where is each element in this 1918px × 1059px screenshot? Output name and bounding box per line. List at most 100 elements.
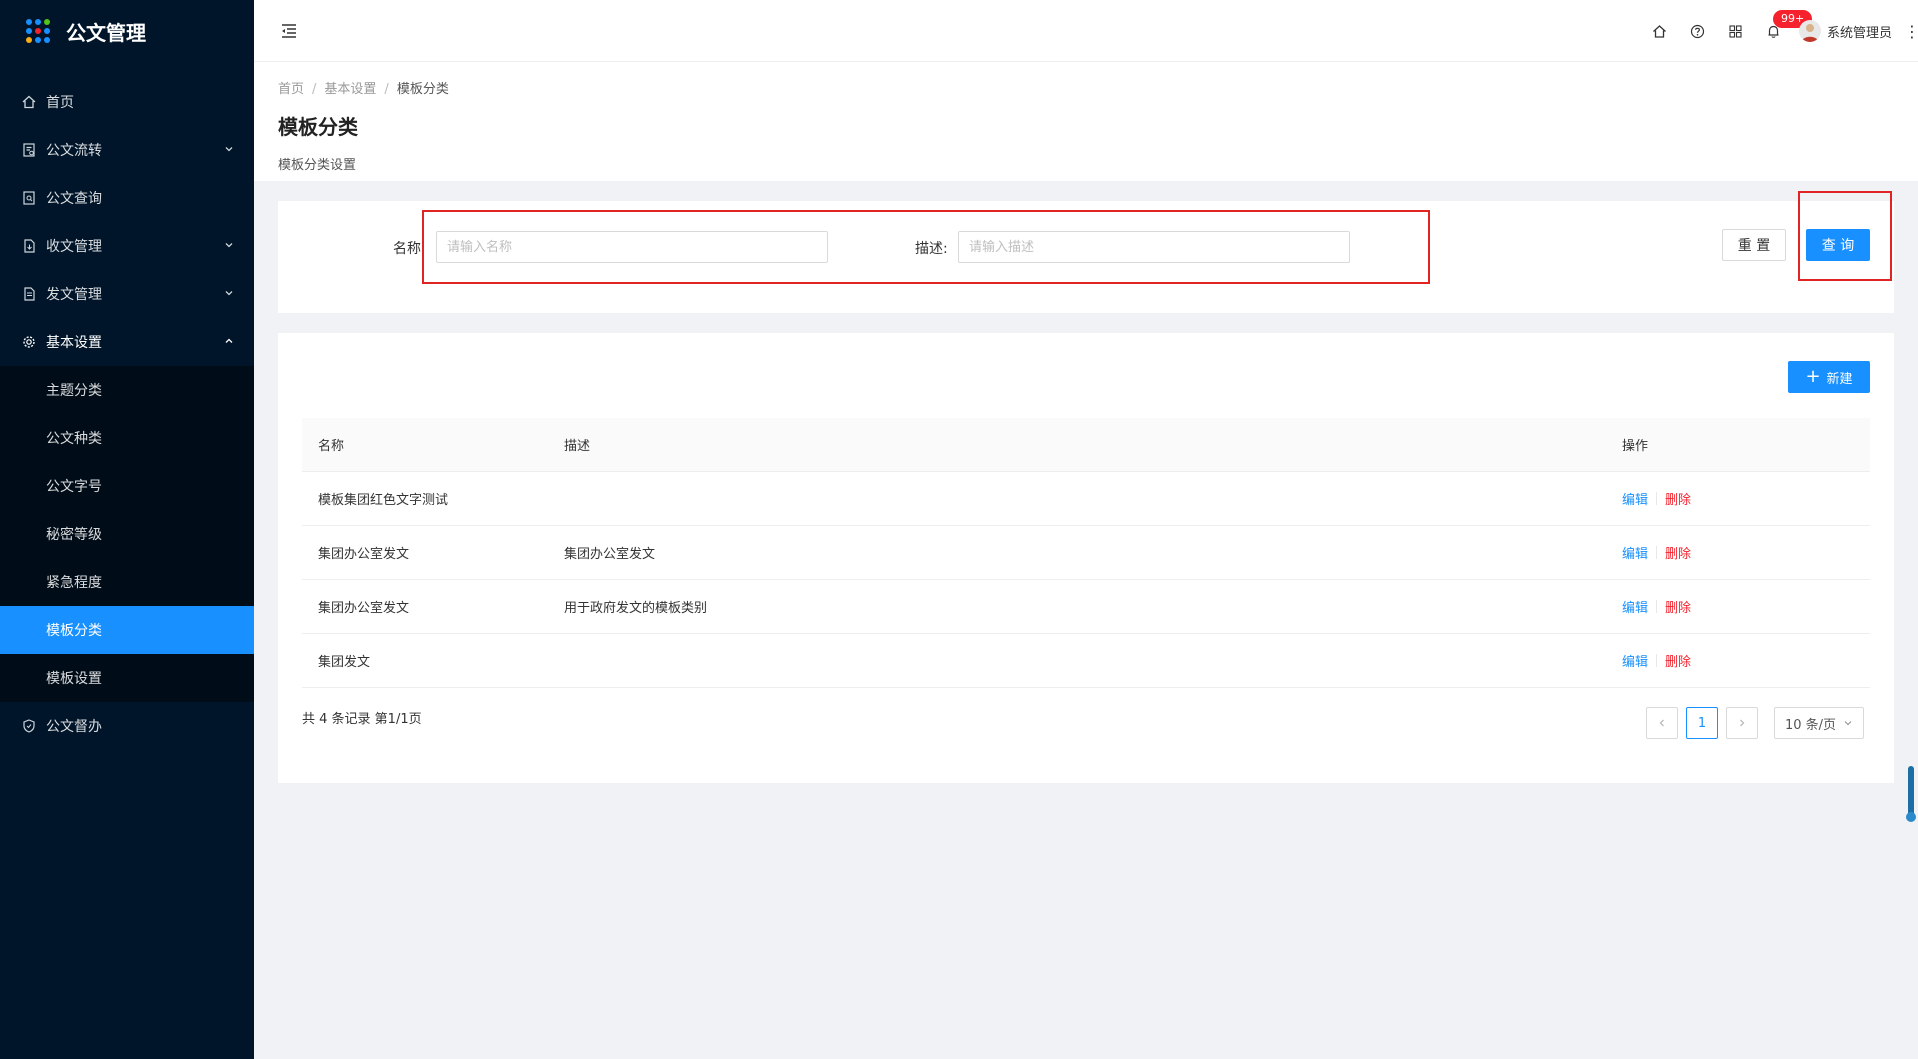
sidebar-item-label: 收文管理 — [46, 239, 102, 255]
edit-link[interactable]: 编辑 — [1622, 597, 1648, 616]
help-icon[interactable] — [1679, 0, 1717, 62]
top-header: 99+ 系统管理员 ⋮ — [254, 0, 1918, 62]
page-size-value: 10 条/页 — [1785, 717, 1837, 733]
sidebar-item-template-settings[interactable]: 模板设置 — [0, 654, 254, 702]
sidebar-item-label: 紧急程度 — [46, 575, 102, 591]
bell-icon[interactable]: 99+ — [1755, 0, 1813, 62]
sidebar-item-label: 主题分类 — [46, 383, 102, 399]
new-button-label: 新建 — [1826, 371, 1853, 387]
cell-actions: 编辑 删除 — [1622, 651, 1870, 670]
avatar — [1798, 20, 1821, 42]
menu-fold-icon[interactable] — [280, 22, 298, 40]
cell-actions: 编辑 删除 — [1622, 489, 1870, 508]
cell-name: 模板集团红色文字测试 — [318, 493, 449, 508]
cell-actions: 编辑 删除 — [1622, 597, 1870, 616]
user-menu[interactable]: 系统管理员 — [1798, 20, 1904, 42]
apps-icon[interactable] — [1717, 0, 1755, 62]
delete-link[interactable]: 删除 — [1665, 651, 1691, 670]
app-title: 公文管理 — [66, 20, 146, 45]
sidebar-item-home[interactable]: 首页 — [0, 78, 254, 126]
delete-link[interactable]: 删除 — [1665, 489, 1691, 508]
breadcrumb: 首页 / 基本设置 / 模板分类 — [278, 78, 1918, 97]
table-row: 集团办公室发文 用于政府发文的模板类别 编辑 删除 — [302, 580, 1870, 634]
next-page-button[interactable] — [1726, 707, 1758, 739]
cell-name: 集团办公室发文 — [318, 601, 410, 616]
action-divider — [1656, 546, 1658, 559]
cell-desc: 用于政府发文的模板类别 — [564, 601, 708, 616]
cell-name: 集团发文 — [318, 655, 371, 670]
sidebar-item-label: 基本设置 — [46, 335, 102, 351]
delete-link[interactable]: 删除 — [1665, 597, 1691, 616]
table-row: 模板集团红色文字测试 编辑 删除 — [302, 472, 1870, 526]
edit-link[interactable]: 编辑 — [1622, 543, 1648, 562]
chevron-left-icon — [1659, 719, 1664, 727]
column-header-op: 操作 — [1622, 439, 1649, 454]
action-divider — [1656, 654, 1658, 667]
breadcrumb-home[interactable]: 首页 — [278, 82, 304, 97]
highlight-box-inputs — [422, 210, 1430, 284]
delete-link[interactable]: 删除 — [1665, 543, 1691, 562]
new-button[interactable]: + 新建 — [1788, 361, 1870, 393]
sidebar-item-secret-level[interactable]: 秘密等级 — [0, 510, 254, 558]
reset-button[interactable]: 重 置 — [1722, 229, 1786, 261]
breadcrumb-current: 模板分类 — [396, 82, 449, 97]
sidebar: 公文管理 首页 公文流转 公文查询 收文管理 发文管理 基本设置 主题分类 公文… — [0, 0, 254, 1059]
basic-settings-submenu: 主题分类 公文种类 公文字号 秘密等级 紧急程度 模板分类 模板设置 — [0, 366, 254, 702]
edit-link[interactable]: 编辑 — [1622, 651, 1648, 670]
sidebar-menu: 首页 公文流转 公文查询 收文管理 发文管理 基本设置 主题分类 公文种类 公文… — [0, 78, 254, 750]
table-header: 名称 描述 操作 — [302, 418, 1870, 472]
gear-icon — [22, 335, 36, 349]
search-form: 名称 描述: 重 置 查 询 — [278, 191, 1894, 313]
sidebar-item-urgency[interactable]: 紧急程度 — [0, 558, 254, 606]
cell-desc: 集团办公室发文 — [564, 547, 656, 562]
sidebar-item-label: 首页 — [46, 95, 74, 111]
sidebar-item-label: 发文管理 — [46, 287, 102, 303]
home-icon[interactable] — [1641, 0, 1679, 62]
page-size-select[interactable]: 10 条/页 — [1774, 707, 1864, 739]
breadcrumb-separator: / — [312, 82, 317, 97]
more-vertical-icon[interactable]: ⋮ — [1904, 22, 1918, 41]
sidebar-item-document-search[interactable]: 公文查询 — [0, 174, 254, 222]
table-card: + 新建 名称 描述 操作 模板集团红色文字测试 编辑 删除 集团办公室发文 集团… — [278, 333, 1894, 783]
sidebar-item-supervision[interactable]: 公文督办 — [0, 702, 254, 750]
page-title: 模板分类 — [278, 115, 358, 139]
cell-name: 集团办公室发文 — [318, 547, 410, 562]
name-label: 名称 — [393, 241, 421, 257]
edit-link[interactable]: 编辑 — [1622, 489, 1648, 508]
inbox-document-icon — [22, 239, 36, 253]
breadcrumb-basic-settings[interactable]: 基本设置 — [324, 82, 376, 97]
sidebar-item-inbox[interactable]: 收文管理 — [0, 222, 254, 270]
table-row: 集团发文 编辑 删除 — [302, 634, 1870, 688]
cell-actions: 编辑 删除 — [1622, 543, 1870, 562]
sidebar-item-send[interactable]: 发文管理 — [0, 270, 254, 318]
user-name: 系统管理员 — [1826, 25, 1892, 41]
scrollbar-handle[interactable] — [1906, 812, 1916, 822]
sidebar-item-label: 模板设置 — [46, 671, 102, 687]
page-number-button[interactable]: 1 — [1686, 707, 1718, 739]
sidebar-item-document-number[interactable]: 公文字号 — [0, 462, 254, 510]
page-subtitle: 模板分类设置 — [278, 158, 357, 173]
record-total: 共 4 条记录 第1/1页 — [302, 712, 422, 727]
sidebar-item-label: 公文流转 — [46, 143, 102, 159]
sidebar-item-label: 公文督办 — [46, 719, 102, 735]
logo[interactable]: 公文管理 — [0, 0, 254, 62]
data-table: 名称 描述 操作 模板集团红色文字测试 编辑 删除 集团办公室发文 集团办公室发文… — [302, 418, 1870, 688]
header-actions: 99+ 系统管理员 ⋮ — [1641, 0, 1918, 62]
action-divider — [1656, 492, 1658, 505]
plus-icon: + — [1805, 366, 1821, 387]
chevron-down-icon — [224, 142, 234, 158]
sidebar-item-label: 公文种类 — [46, 431, 102, 447]
sidebar-item-document-flow[interactable]: 公文流转 — [0, 126, 254, 174]
prev-page-button[interactable] — [1646, 707, 1678, 739]
sidebar-item-topic-category[interactable]: 主题分类 — [0, 366, 254, 414]
sidebar-item-template-category[interactable]: 模板分类 — [0, 606, 254, 654]
sidebar-item-label: 公文查询 — [46, 191, 102, 207]
chevron-down-icon — [1844, 721, 1852, 726]
highlight-box-query — [1798, 191, 1892, 281]
sidebar-item-basic-settings[interactable]: 基本设置 — [0, 318, 254, 366]
document-flow-icon — [22, 143, 36, 157]
page-header: 首页 / 基本设置 / 模板分类 模板分类 模板分类设置 — [254, 62, 1918, 181]
action-divider — [1656, 600, 1658, 613]
sidebar-item-document-type[interactable]: 公文种类 — [0, 414, 254, 462]
chevron-right-icon — [1740, 719, 1745, 727]
